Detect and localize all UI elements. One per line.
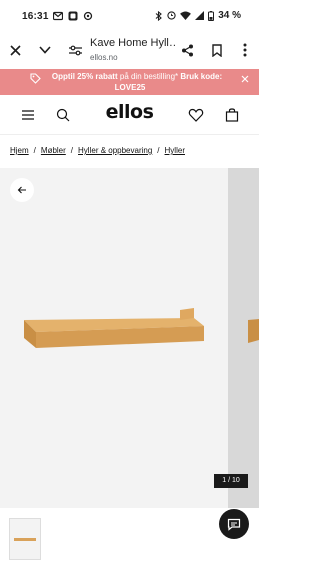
status-time: 16:31 [22,11,49,22]
wifi-icon [180,11,192,20]
breadcrumb-separator: / [33,146,36,155]
photos-icon [68,11,78,21]
gmail-icon [53,11,63,21]
bookmark-icon [212,43,222,57]
breadcrumb-item-furniture[interactable]: Møbler [41,146,66,155]
tune-icon [68,45,82,55]
arrow-left-icon [17,186,26,194]
minimize-button[interactable] [36,41,54,59]
more-vert-icon [243,43,247,57]
thumbnail-image [14,538,36,541]
bluetooth-icon [155,10,163,21]
breadcrumb-item-home[interactable]: Hjem [10,146,29,155]
promo-banner[interactable]: Opptil 25% rabatt på din bestilling* Bru… [0,69,259,95]
shopping-bag-icon[interactable] [224,107,240,123]
close-tab-button[interactable] [6,41,24,59]
chat-button[interactable] [219,509,249,539]
promo-code: LOVE25 [114,83,146,92]
breadcrumb-separator: / [157,146,160,155]
breadcrumb: Hjem / Møbler / Hyller & oppbevaring / Hyller [10,146,185,155]
share-button[interactable] [178,41,196,59]
ellos-logo[interactable]: ellos [0,101,259,123]
battery-percent: 34 % [218,10,241,21]
breadcrumb-item-shelves[interactable]: Hyller [165,146,185,155]
back-button[interactable] [10,178,34,202]
promo-text: Opptil 25% rabatt på din bestilling* Bru… [30,71,230,93]
signal-icon [195,11,205,20]
image-counter: 1 / 10 [214,474,248,488]
product-image-gallery[interactable] [0,168,228,508]
product-image [24,308,204,348]
bookmark-button[interactable] [208,41,226,59]
notification-icons [53,11,93,21]
chat-icon [227,518,241,531]
breadcrumb-item-shelves-storage[interactable]: Hyller & oppbevaring [78,146,152,155]
promo-regular: på din bestilling* [117,72,181,81]
more-menu-button[interactable] [236,41,254,59]
promo-code-label: Bruk kode: [180,72,223,81]
page-url: ellos.no [90,53,118,62]
thumbnail-item[interactable] [9,518,41,560]
battery-icon [208,10,215,21]
promo-close-button[interactable] [241,75,249,86]
next-image-preview[interactable] [228,168,259,508]
chevron-down-icon [39,46,51,54]
status-bar: 16:31 34 % [0,0,259,33]
alarm-icon [167,11,176,20]
sync-icon [83,11,93,21]
page-title: Kave Home Hyll… [90,37,175,49]
heart-icon[interactable] [188,107,204,123]
close-icon [241,75,249,83]
promo-bold: Opptil 25% rabatt [51,72,118,81]
browser-toolbar: Kave Home Hyll… ellos.no [0,33,259,69]
system-icons: 34 % [155,10,241,21]
site-settings-button[interactable] [66,41,84,59]
share-icon [181,44,193,56]
site-header: ellos [0,95,259,135]
close-icon [9,44,21,56]
next-product-image [248,319,259,343]
breadcrumb-separator: / [70,146,74,155]
